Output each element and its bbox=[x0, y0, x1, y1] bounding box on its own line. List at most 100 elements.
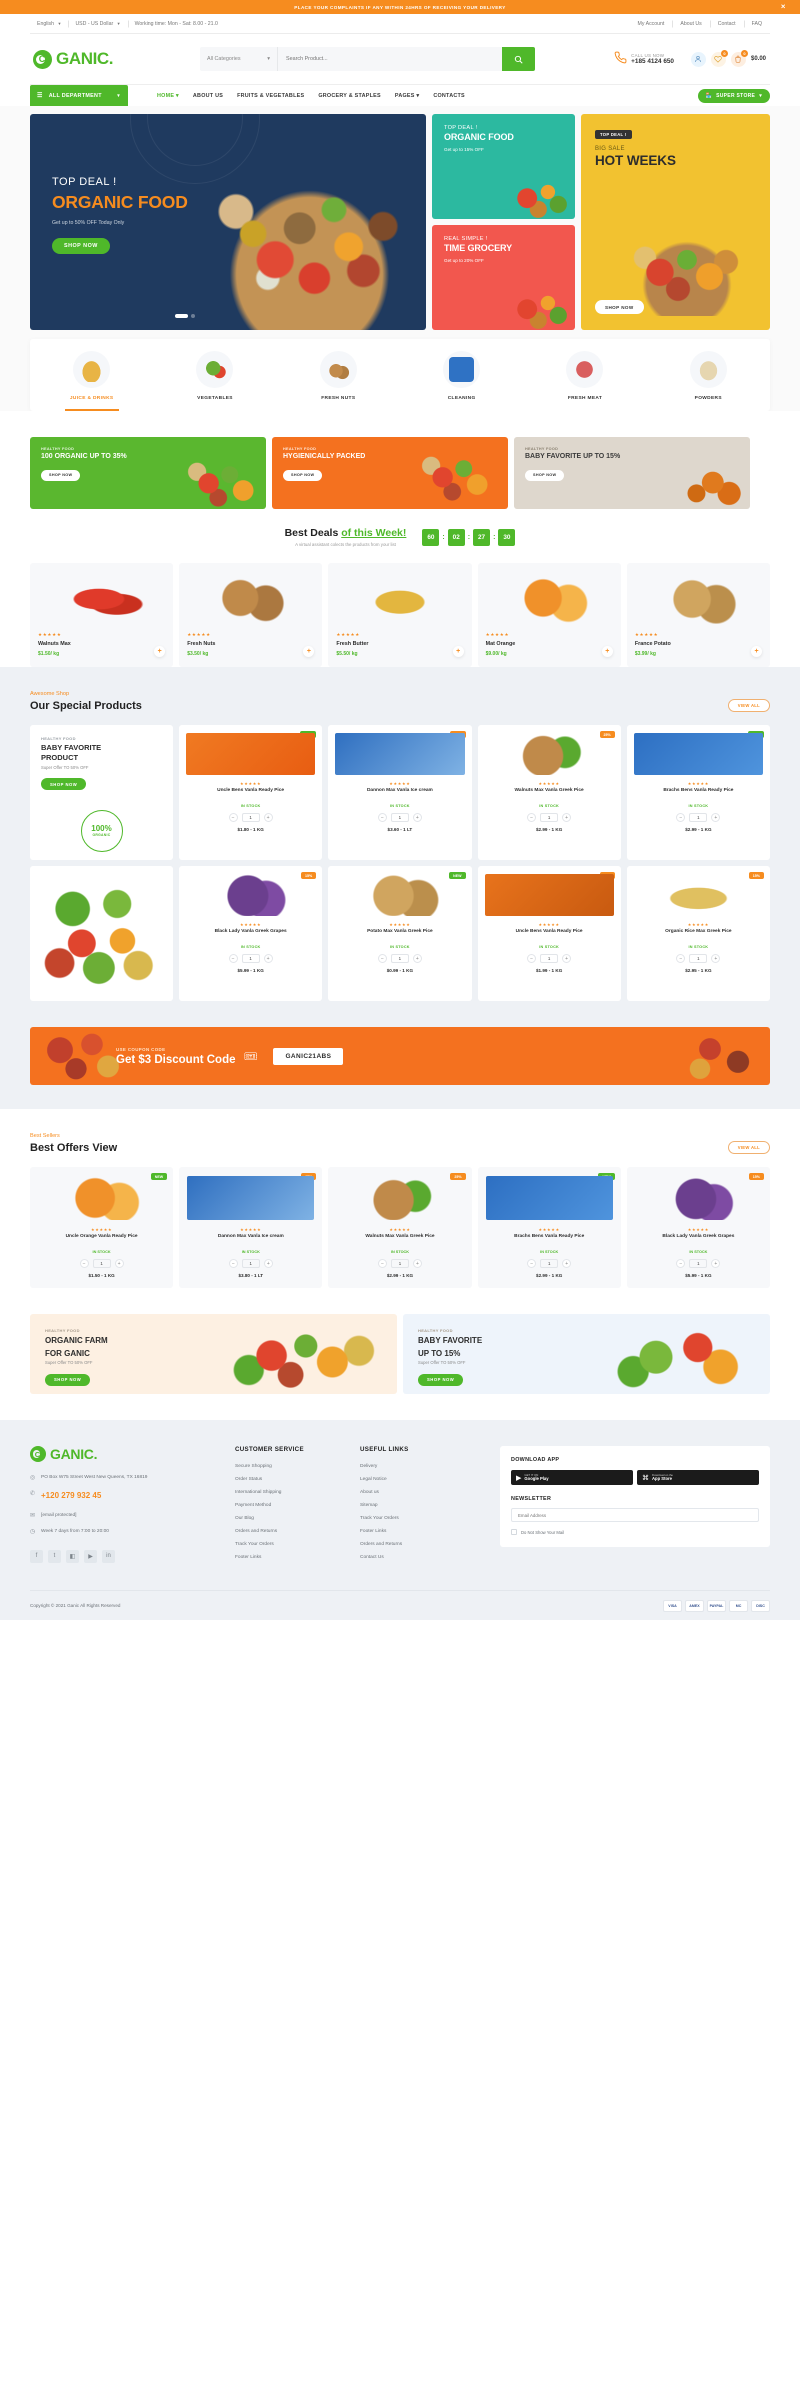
newsletter-email-input[interactable] bbox=[511, 1508, 759, 1522]
qty-value[interactable]: 1 bbox=[241, 813, 260, 822]
slider-dot-active[interactable] bbox=[175, 314, 188, 318]
link-track-your-orders[interactable]: Track Your Orders bbox=[360, 1516, 500, 1521]
qty-value[interactable]: 1 bbox=[540, 813, 559, 822]
qty-value[interactable]: 1 bbox=[540, 954, 559, 963]
link-footer-links[interactable]: Footer Links bbox=[360, 1529, 500, 1534]
qty-decrement-button[interactable]: − bbox=[228, 813, 238, 822]
banner-shop-now-button[interactable]: SHOP NOW bbox=[418, 1373, 464, 1386]
quantity-stepper[interactable]: − 1 + bbox=[187, 1259, 314, 1268]
product-card[interactable]: NEW ★★★★★ Uncle Orange Vanla Ready Pice … bbox=[30, 1167, 174, 1288]
all-department-button[interactable]: ☰ ALL DEPARTMENT ▼ bbox=[30, 85, 128, 106]
qty-value[interactable]: 1 bbox=[689, 1259, 708, 1268]
product-card[interactable]: NEW ★★★★★ Uncle Bens Vanla Ready Pice IN… bbox=[179, 725, 323, 860]
quantity-stepper[interactable]: − 1 + bbox=[634, 813, 763, 822]
deal-card[interactable]: ★★★★★ Walnuts Max $1.50/ kg + bbox=[30, 563, 174, 667]
category-fresh-nuts[interactable]: FRESH NUTS bbox=[277, 351, 400, 401]
hero-banner-teal[interactable]: TOP DEAL ! ORGANIC FOOD Get up to 15% OF… bbox=[432, 114, 575, 219]
topbar-link-contact[interactable]: Contact bbox=[710, 21, 744, 27]
twitter-icon[interactable]: t bbox=[48, 1549, 61, 1563]
link-footer-links[interactable]: Footer Links bbox=[235, 1555, 360, 1560]
qty-decrement-button[interactable]: − bbox=[377, 1259, 387, 1268]
quantity-stepper[interactable]: − 1 + bbox=[186, 813, 315, 822]
link-contact-us[interactable]: Contact Us bbox=[360, 1555, 500, 1560]
linkedin-icon[interactable]: in bbox=[102, 1549, 115, 1563]
deal-card[interactable]: ★★★★★ Fresh Nuts $3.50/ kg + bbox=[179, 563, 323, 667]
product-card[interactable]: 15% ★★★★★ Dannon Max Vanla Ice cream IN … bbox=[179, 1167, 323, 1288]
qty-increment-button[interactable]: + bbox=[412, 954, 422, 963]
qty-decrement-button[interactable]: − bbox=[79, 1259, 89, 1268]
add-to-cart-button[interactable]: + bbox=[601, 646, 613, 657]
search-button[interactable] bbox=[502, 47, 535, 71]
hero-banner-yellow[interactable]: TOP DEAL ! BIG SALE HOT WEEKS SHOP NOW bbox=[581, 114, 770, 330]
qty-value[interactable]: 1 bbox=[92, 1259, 111, 1268]
quantity-stepper[interactable]: − 1 + bbox=[486, 1259, 613, 1268]
qty-value[interactable]: 1 bbox=[689, 954, 708, 963]
product-card[interactable]: 25% ★★★★★ Walnuts Max Vanla Greek Pice I… bbox=[328, 1167, 472, 1288]
promo-banner-baby[interactable]: HEALTHY FOOD BABY FAVORITE UP TO 15% SHO… bbox=[514, 437, 750, 509]
qty-decrement-button[interactable]: − bbox=[377, 954, 387, 963]
wishlist-button[interactable]: 0 bbox=[710, 49, 728, 67]
coupon-code[interactable]: GANIC21ABS bbox=[273, 1047, 344, 1065]
product-card[interactable]: NEW ★★★★★ Brachs Bens Vanla Ready Pice I… bbox=[477, 1167, 621, 1288]
promo-banner-organic[interactable]: HEALTHY FOOD 100 ORGANIC UP TO 35% SHOP … bbox=[30, 437, 266, 509]
app-store-button[interactable]: ⌘ Download on the App Store bbox=[637, 1470, 759, 1485]
link-order-status[interactable]: Order Status bbox=[235, 1477, 360, 1482]
nav-item-fruits-vegetables[interactable]: FRUITS & VEGETABLES bbox=[230, 93, 311, 99]
qty-value[interactable]: 1 bbox=[241, 1259, 260, 1268]
deal-card[interactable]: ★★★★★ France Potato $3.99/ kg + bbox=[626, 563, 771, 667]
deal-card[interactable]: ★★★★★ Mat Orange $9.00/ kg + bbox=[477, 563, 621, 667]
product-card[interactable]: 15% ★★★★★ Dannon Max Vanla Ice cream IN … bbox=[328, 725, 472, 860]
product-card[interactable]: 15% ★★★★★ Organic Rice Max Greek Pice IN… bbox=[626, 866, 770, 1001]
link-orders-and-returns[interactable]: Orders and Returns bbox=[235, 1529, 360, 1534]
account-button[interactable] bbox=[690, 51, 706, 67]
deal-card[interactable]: ★★★★★ Fresh Butter $5.50/ kg + bbox=[328, 563, 472, 667]
special-feature-banner[interactable]: HEALTHY FOOD BABY FAVORITE PRODUCT Super… bbox=[30, 725, 173, 860]
banner-shop-now-button[interactable]: SHOP NOW bbox=[45, 1373, 91, 1386]
qty-value[interactable]: 1 bbox=[689, 813, 708, 822]
qty-increment-button[interactable]: + bbox=[711, 954, 721, 963]
footer-logo[interactable]: C GANIC. bbox=[30, 1446, 235, 1462]
instagram-icon[interactable]: ◧ bbox=[66, 1549, 79, 1563]
product-card[interactable]: 15% ★★★★★ Black Lady Vanla Greek Grapes … bbox=[179, 866, 323, 1001]
qty-value[interactable]: 1 bbox=[241, 954, 260, 963]
language-selector[interactable]: English ▼ bbox=[30, 21, 68, 27]
product-card[interactable]: 15% ★★★★★ Black Lady Vanla Greek Grapes … bbox=[626, 1167, 770, 1288]
quantity-stepper[interactable]: − 1 + bbox=[634, 954, 763, 963]
product-card[interactable]: NEW ★★★★★ Brachs Bens Vanla Ready Pice I… bbox=[626, 725, 770, 860]
link-sitemap[interactable]: Sitemap bbox=[360, 1503, 500, 1508]
quantity-stepper[interactable]: − 1 + bbox=[336, 1259, 463, 1268]
qty-increment-button[interactable]: + bbox=[263, 954, 273, 963]
link-legal-notice[interactable]: Legal Notice bbox=[360, 1477, 500, 1482]
qty-increment-button[interactable]: + bbox=[412, 813, 422, 822]
qty-increment-button[interactable]: + bbox=[114, 1259, 124, 1268]
promo-banner-packed[interactable]: HEALTHY FOOD HYGIENICALLY PACKED SHOP NO… bbox=[272, 437, 508, 509]
category-vegetables[interactable]: VEGETABLES bbox=[153, 351, 276, 401]
product-card[interactable]: 25% ★★★★★ Walnuts Max Vanla Greek Pice I… bbox=[477, 725, 621, 860]
add-to-cart-button[interactable]: + bbox=[751, 646, 763, 657]
youtube-icon[interactable]: ▶ bbox=[84, 1549, 97, 1563]
qty-value[interactable]: 1 bbox=[390, 954, 409, 963]
hero-main-slide[interactable]: TOP DEAL ! ORGANIC FOOD Get up to 50% OF… bbox=[30, 114, 426, 330]
super-store-button[interactable]: 🏪 SUPER STORE ▾ bbox=[697, 88, 770, 103]
topbar-link-faq[interactable]: FAQ bbox=[744, 21, 770, 27]
feature-shop-now-button[interactable]: SHOP NOW bbox=[41, 778, 87, 791]
category-cleaning[interactable]: CLEANING bbox=[400, 351, 523, 401]
nav-item-grocery-staples[interactable]: GROCERY & STAPLES bbox=[311, 93, 388, 99]
hero-slider-dots[interactable] bbox=[175, 314, 195, 318]
topbar-link-about-us[interactable]: About Us bbox=[672, 21, 709, 27]
coupon-banner[interactable]: USE COUPON CODE Get $3 Discount Code 🎟 G… bbox=[30, 1027, 770, 1085]
category-powders[interactable]: POWDERS bbox=[647, 351, 770, 401]
quantity-stepper[interactable]: − 1 + bbox=[38, 1259, 165, 1268]
link-international-shipping[interactable]: International Shipping bbox=[235, 1490, 360, 1495]
hero-banner-red[interactable]: REAL SIMPLE ! TIME GROCERY Get up to 20%… bbox=[432, 225, 575, 330]
link-our-blog[interactable]: Our Blog bbox=[235, 1516, 360, 1521]
special-view-all-button[interactable]: VIEW ALL bbox=[727, 699, 770, 712]
qty-decrement-button[interactable]: − bbox=[527, 813, 537, 822]
google-play-button[interactable]: ▶ GET IT ON Google Play bbox=[511, 1470, 633, 1485]
promo-shop-now[interactable]: SHOP NOW bbox=[525, 469, 565, 481]
quantity-stepper[interactable]: − 1 + bbox=[335, 954, 464, 963]
nav-item-contacts[interactable]: CONTACTS bbox=[426, 93, 472, 99]
category-fresh-meat[interactable]: FRESH MEAT bbox=[523, 351, 646, 401]
close-icon[interactable]: ✕ bbox=[781, 4, 786, 11]
site-logo[interactable]: C GANIC. bbox=[30, 49, 200, 69]
